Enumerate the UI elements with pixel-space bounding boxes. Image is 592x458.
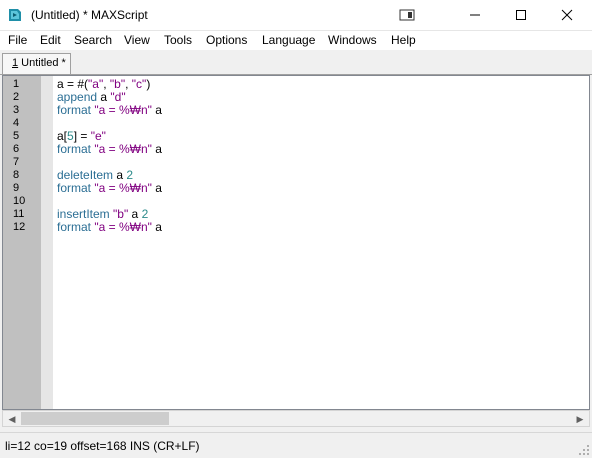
code-token: , (103, 77, 110, 91)
code-line[interactable]: format "a = %₩n" a (57, 104, 162, 117)
code-token: deleteItem (57, 168, 117, 182)
maximize-button[interactable] (498, 0, 544, 30)
line-number: 3 (13, 104, 20, 116)
code-token: 5 (67, 129, 74, 143)
restore-view-icon[interactable] (384, 0, 430, 30)
line-number: 11 (13, 208, 25, 220)
menu-windows[interactable]: Windows (328, 33, 377, 47)
code-token: a (151, 181, 162, 195)
close-button[interactable] (544, 0, 590, 30)
resize-grip-icon[interactable] (578, 444, 590, 456)
tab-label-text: Untitled * (18, 57, 66, 69)
code-token: a[ (57, 129, 68, 143)
line-number: 1 (13, 78, 20, 90)
menu-language[interactable]: Language (262, 33, 315, 47)
line-number: 10 (13, 195, 26, 207)
line-number: 6 (13, 143, 20, 155)
maxscript-app-icon[interactable] (7, 7, 23, 23)
menu-tools[interactable]: Tools (164, 33, 192, 47)
code-token: "a = %₩n" (94, 181, 152, 195)
code-area[interactable]: a = #("a", "b", "c") append a "d" format "… (57, 76, 589, 409)
code-token: a = #( (57, 77, 89, 91)
code-token: a (151, 103, 162, 117)
code-editor[interactable]: 1 2 3 4 5 6 7 8 9 10 11 12 a = #("a", "b", "c") appe… (2, 75, 590, 410)
code-token: "b" (113, 207, 129, 221)
code-token: "d" (110, 90, 126, 104)
line-number: 7 (13, 156, 20, 168)
menu-search[interactable]: Search (74, 33, 112, 47)
menu-bar: File Edit Search View Tools Options Lang… (0, 31, 592, 50)
close-icon (561, 9, 573, 21)
code-line[interactable]: format "a = %₩n" a (57, 182, 162, 195)
code-token: "c" (131, 77, 147, 91)
code-line[interactable]: format "a = %₩n" a (57, 143, 162, 156)
scroll-left-icon[interactable]: ◀ (4, 412, 20, 426)
code-token: format (57, 142, 95, 156)
code-token: "e" (90, 129, 106, 143)
status-bar: li=12 co=19 offset=168 INS (CR+LF) (0, 432, 592, 458)
title-bar: (Untitled) * MAXScript (0, 0, 592, 31)
horizontal-scrollbar[interactable]: ◀ ▶ (2, 410, 590, 427)
menu-edit[interactable]: Edit (40, 33, 61, 47)
line-number: 5 (13, 130, 20, 142)
code-token: , (125, 77, 132, 91)
code-token: a (151, 142, 162, 156)
line-number: 12 (13, 221, 26, 233)
code-token: insertItem (57, 207, 114, 221)
line-number: 4 (13, 117, 20, 129)
tab-label: 1 Untitled * (12, 57, 66, 69)
code-token: a (116, 168, 127, 182)
menu-options[interactable]: Options (206, 33, 247, 47)
status-text: li=12 co=19 offset=168 INS (CR+LF) (5, 439, 200, 453)
menu-view[interactable]: View (124, 33, 150, 47)
code-token: a (128, 207, 142, 221)
code-token: format (57, 103, 95, 117)
code-token: ) (146, 77, 151, 91)
maximize-icon (516, 10, 526, 20)
code-token: "a" (88, 77, 104, 91)
code-token: append (57, 90, 101, 104)
menu-help[interactable]: Help (391, 33, 416, 47)
code-token: "a = %₩n" (94, 142, 152, 156)
line-number: 2 (13, 91, 20, 103)
code-token: 2 (141, 207, 149, 221)
code-token: a (100, 90, 111, 104)
code-token: "b" (109, 77, 126, 91)
code-token: a (151, 220, 162, 234)
code-token: ] = (73, 129, 91, 143)
line-number-gutter: 1 2 3 4 5 6 7 8 9 10 11 12 (3, 76, 41, 409)
code-token: "a = %₩n" (94, 103, 152, 117)
scrollbar-thumb[interactable] (21, 412, 169, 425)
code-token: format (57, 181, 95, 195)
window-title: (Untitled) * MAXScript (31, 8, 148, 22)
code-token: "a = %₩n" (94, 220, 152, 234)
tab-untitled[interactable]: 1 Untitled * (2, 53, 71, 74)
minimize-icon (470, 14, 480, 16)
code-token: 2 (126, 168, 134, 182)
line-number: 9 (13, 182, 20, 194)
minimize-button[interactable] (452, 0, 498, 30)
tab-strip: 1 Untitled * (0, 51, 592, 75)
code-token: format (57, 220, 95, 234)
line-number: 8 (13, 169, 20, 181)
code-line[interactable]: format "a = %₩n" a (57, 221, 162, 234)
fold-margin (41, 76, 53, 409)
menu-file[interactable]: File (8, 33, 27, 47)
scroll-right-icon[interactable]: ▶ (572, 412, 588, 426)
